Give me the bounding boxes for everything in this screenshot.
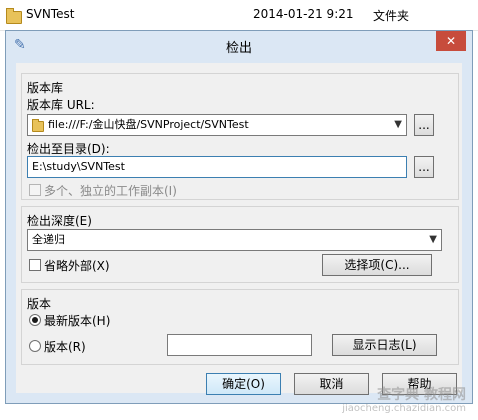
choose-items-button[interactable]: 选择项(C)... — [322, 254, 432, 276]
depth-dropdown[interactable]: 全递归 ▼ — [27, 229, 442, 251]
revision-group: 版本 最新版本(H) 版本(R) 显示日志(L) — [21, 289, 459, 365]
close-button[interactable]: ✕ — [436, 31, 466, 51]
revision-group-label: 版本 — [27, 297, 52, 311]
repository-group-label: 版本库 — [27, 81, 64, 95]
browse-dir-button[interactable]: ... — [414, 156, 434, 178]
checkout-dir-input[interactable]: E:\study\SVNTest — [27, 156, 407, 178]
watermark-line2: jiaocheng.chazidian.com — [342, 403, 466, 414]
folder-icon — [32, 119, 44, 132]
chevron-down-icon: ▼ — [429, 234, 437, 245]
explorer-file-row[interactable]: SVNTest 2014-01-21 9:21 文件夹 — [0, 0, 478, 31]
checkout-dir-label: 检出至目录(D): — [27, 142, 110, 156]
file-name: SVNTest — [26, 7, 75, 21]
url-dropdown[interactable]: file:///F:/金山快盘/SVNProject/SVNTest ▼ — [27, 114, 407, 136]
multi-wc-label: 多个、独立的工作副本(I) — [44, 184, 177, 198]
depth-group-label: 检出深度(E) — [27, 214, 92, 228]
url-label: 版本库 URL: — [27, 98, 95, 112]
ok-button[interactable]: 确定(O) — [206, 373, 281, 395]
dialog-titlebar: ✎ 检出 ✕ — [6, 31, 472, 59]
omit-externals-checkbox[interactable] — [29, 259, 41, 271]
specific-revision-radio[interactable] — [29, 340, 41, 352]
show-log-button[interactable]: 显示日志(L) — [332, 334, 437, 356]
multi-wc-checkbox[interactable] — [29, 184, 41, 196]
omit-externals-label: 省略外部(X) — [44, 259, 110, 273]
folder-icon — [6, 8, 22, 24]
file-date: 2014-01-21 9:21 — [253, 7, 354, 21]
browse-url-button[interactable]: ... — [414, 114, 434, 136]
url-value: file:///F:/金山快盘/SVNProject/SVNTest — [48, 118, 249, 131]
head-revision-radio[interactable] — [29, 314, 41, 326]
depth-group: 检出深度(E) 全递归 ▼ 省略外部(X) 选择项(C)... — [21, 206, 459, 283]
watermark-line1: 查字典 教程网 — [377, 387, 466, 403]
dialog-content: 版本库 版本库 URL: file:///F:/金山快盘/SVNProject/… — [16, 63, 462, 395]
checkout-dialog: ✎ 检出 ✕ 版本库 版本库 URL: file:///F:/金山快盘/SVNP… — [5, 30, 473, 404]
specific-revision-label: 版本(R) — [44, 340, 86, 354]
depth-value: 全递归 — [32, 233, 65, 246]
file-type: 文件夹 — [373, 9, 410, 23]
head-revision-label: 最新版本(H) — [44, 314, 111, 328]
dialog-title: 检出 — [225, 41, 252, 56]
site-watermark: 查字典 教程网 jiaocheng.chazidian.com — [342, 388, 466, 416]
revision-input[interactable] — [167, 334, 312, 356]
chevron-down-icon: ▼ — [394, 119, 402, 130]
repository-group: 版本库 版本库 URL: file:///F:/金山快盘/SVNProject/… — [21, 73, 459, 200]
